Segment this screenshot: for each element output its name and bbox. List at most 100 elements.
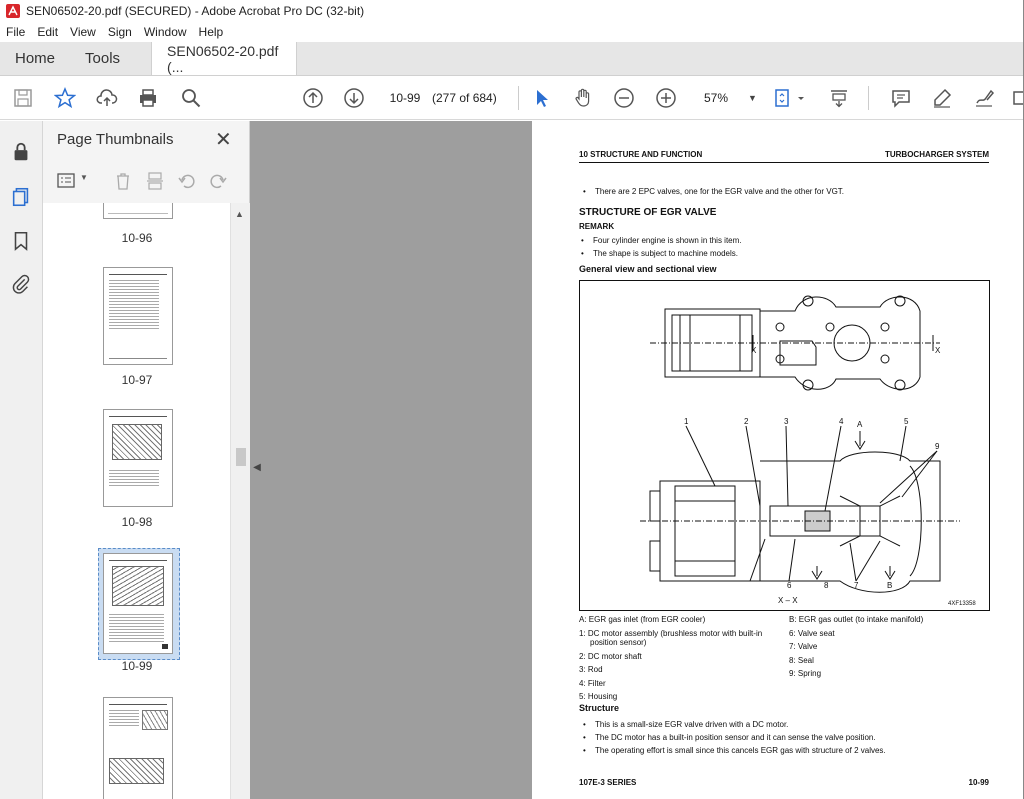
- page-header-left: 10 STRUCTURE AND FUNCTION: [579, 150, 703, 159]
- next-page-icon[interactable]: [341, 85, 367, 111]
- scrollbar-thumb[interactable]: [236, 448, 246, 466]
- panel-title: Page Thumbnails: [57, 131, 174, 148]
- remark-bullet: The shape is subject to machine models.: [581, 249, 738, 258]
- thumbnail-page[interactable]: [103, 267, 173, 365]
- scroll-mode-icon[interactable]: [826, 85, 852, 111]
- star-icon[interactable]: [52, 85, 78, 111]
- thumbnail-label: 10-99: [121, 659, 153, 673]
- previous-page-icon[interactable]: [300, 85, 326, 111]
- callout-label: 7: [854, 581, 859, 590]
- legend-item: 6: Valve seat: [789, 628, 835, 638]
- callout-label: 5: [904, 417, 909, 426]
- panel-toolbar: ▼: [53, 167, 238, 195]
- menu-view[interactable]: View: [64, 25, 102, 39]
- search-icon[interactable]: [178, 85, 204, 111]
- thumbnail-scrollbar[interactable]: ▲: [230, 203, 250, 799]
- thumbnail-options-icon[interactable]: [57, 172, 77, 190]
- intro-bullet: There are 2 EPC valves, one for the EGR …: [583, 187, 844, 196]
- remark-title: REMARK: [579, 222, 615, 231]
- callout-label: 6: [787, 581, 792, 590]
- thumbnail-page[interactable]: [103, 203, 173, 219]
- thumbnail-page[interactable]: [103, 409, 173, 507]
- callout-label: 8: [824, 581, 829, 590]
- lock-icon[interactable]: [9, 140, 33, 164]
- legend-item: B: EGR gas outlet (to intake manifold): [789, 615, 924, 624]
- zoom-out-icon[interactable]: [611, 85, 637, 111]
- print-icon[interactable]: [135, 85, 161, 111]
- toolbar-divider: [518, 86, 519, 110]
- acrobat-icon: [6, 4, 20, 18]
- scroll-up-icon[interactable]: ▲: [235, 209, 244, 219]
- select-cursor-icon[interactable]: [529, 85, 555, 111]
- window-title: SEN06502-20.pdf (SECURED) - Adobe Acroba…: [26, 4, 365, 18]
- callout-label: X: [935, 346, 941, 355]
- highlight-pen-icon[interactable]: [929, 85, 955, 111]
- callout-label: 3: [784, 417, 789, 426]
- callout-label: 1: [684, 417, 689, 426]
- section-title: STRUCTURE OF EGR VALVE: [579, 207, 717, 218]
- bookmark-icon[interactable]: [9, 229, 33, 253]
- cloud-upload-icon[interactable]: [94, 85, 120, 111]
- fit-page-icon[interactable]: [770, 85, 796, 111]
- tab-tools[interactable]: Tools: [70, 42, 135, 75]
- page-header-right: TURBOCHARGER SYSTEM: [884, 150, 989, 159]
- thumbnail-label: 10-96: [121, 231, 153, 245]
- fit-page-dropdown-icon[interactable]: [796, 85, 806, 111]
- thumbnail-label: 10-98: [121, 515, 153, 529]
- thumbnail-list: 10-96 10-97 10-98 10-99: [43, 203, 231, 799]
- chevron-down-icon[interactable]: ▼: [80, 173, 88, 182]
- attachment-icon[interactable]: [9, 272, 33, 296]
- rotate-right-icon[interactable]: [208, 171, 228, 191]
- page-thumbnails-icon[interactable]: [9, 185, 33, 209]
- zoom-select[interactable]: 57% ▼: [700, 86, 757, 110]
- callout-label: X: [751, 346, 757, 355]
- egr-valve-drawing: 1 2 3 4 5 6 7 8 9 A B X X X – X 4XF13358: [640, 295, 976, 607]
- legend-item: A: EGR gas inlet (from EGR cooler): [579, 615, 706, 624]
- callout-label: X – X: [778, 596, 798, 605]
- thumbnail-page[interactable]: [103, 553, 173, 654]
- egr-valve-figure: 1 2 3 4 5 6 7 8 9 A B X X X – X 4XF13358: [579, 280, 990, 611]
- comment-icon[interactable]: [888, 85, 914, 111]
- thumbnail-label: 10-97: [121, 373, 153, 387]
- menu-help[interactable]: Help: [193, 25, 230, 39]
- footer-left: 107E-3 SERIES: [579, 778, 637, 787]
- page-count: (277 of 684): [432, 91, 497, 105]
- callout-label: 9: [935, 442, 940, 451]
- hand-tool-icon[interactable]: [570, 85, 596, 111]
- structure-bullet: The operating effort is small since this…: [583, 746, 886, 755]
- menu-edit[interactable]: Edit: [31, 25, 64, 39]
- more-tools-icon[interactable]: [1010, 85, 1024, 111]
- sign-icon[interactable]: [971, 85, 997, 111]
- close-icon[interactable]: ✕: [215, 127, 232, 152]
- extract-pages-icon[interactable]: [145, 171, 165, 191]
- callout-label: B: [887, 581, 892, 590]
- structure-bullet: This is a small-size EGR valve driven wi…: [583, 720, 788, 729]
- chevron-down-icon: ▼: [748, 93, 757, 103]
- menu-window[interactable]: Window: [138, 25, 193, 39]
- tab-bar: Home Tools SEN06502-20.pdf (...: [0, 42, 1024, 76]
- page-footer: 107E-3 SERIES 10-99: [579, 778, 989, 787]
- menu-sign[interactable]: Sign: [102, 25, 138, 39]
- legend-item: 7: Valve: [789, 642, 818, 651]
- zoom-in-icon[interactable]: [653, 85, 679, 111]
- page-number-input[interactable]: 10-99: [384, 86, 426, 110]
- collapse-panel-icon[interactable]: ◀: [250, 452, 264, 482]
- callout-label: A: [857, 420, 863, 429]
- view-title: General view and sectional view: [579, 264, 717, 274]
- legend-left: A: EGR gas inlet (from EGR cooler) 1: DC…: [579, 613, 784, 704]
- thumbnail-page[interactable]: [103, 697, 173, 799]
- footer-right: 10-99: [968, 778, 989, 787]
- tab-document[interactable]: SEN06502-20.pdf (...: [151, 42, 298, 75]
- title-bar: SEN06502-20.pdf (SECURED) - Adobe Acroba…: [0, 0, 1024, 22]
- legend-item: 3: Rod: [579, 665, 603, 674]
- structure-title: Structure: [579, 703, 620, 713]
- page-header: 10 STRUCTURE AND FUNCTION TURBOCHARGER S…: [579, 150, 989, 163]
- menu-file[interactable]: File: [0, 25, 31, 39]
- document-canvas-margin: [250, 121, 532, 799]
- tab-home[interactable]: Home: [0, 42, 70, 75]
- callout-label: 2: [744, 417, 749, 426]
- save-icon[interactable]: [10, 85, 36, 111]
- remark-bullet: Four cylinder engine is shown in this it…: [581, 236, 741, 245]
- delete-icon[interactable]: [113, 171, 133, 191]
- rotate-left-icon[interactable]: [177, 171, 197, 191]
